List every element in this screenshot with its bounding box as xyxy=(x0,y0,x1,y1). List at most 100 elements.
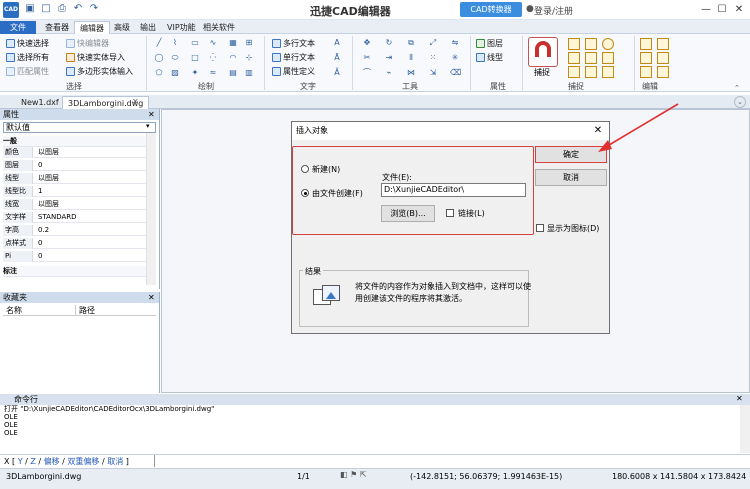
tab-list-icon[interactable]: ⌄ xyxy=(734,96,746,108)
scale-icon[interactable]: ⤢ xyxy=(428,38,438,48)
edit-match-icon[interactable] xyxy=(640,66,652,78)
linetype-button[interactable]: 线型 xyxy=(476,52,503,63)
text-edit-icon[interactable]: Ā xyxy=(332,53,342,63)
property-row[interactable]: 线宽 以图层 xyxy=(3,199,146,210)
browse-button[interactable]: 浏览(B)... xyxy=(381,205,435,222)
properties-dropdown[interactable]: 默认值 xyxy=(3,122,156,133)
login-link[interactable]: 登录/注册 xyxy=(534,4,573,17)
snap-endpoint-icon[interactable] xyxy=(568,38,580,50)
prompt-z[interactable]: Z xyxy=(30,457,35,466)
block-editor-button[interactable]: 快编辑器 xyxy=(66,38,109,49)
link-checkbox[interactable] xyxy=(446,209,454,217)
undo-icon[interactable]: ↶ xyxy=(72,3,84,15)
copy-icon[interactable]: ⧉ xyxy=(406,38,416,48)
array-icon[interactable]: ⁙ xyxy=(428,53,438,63)
property-row[interactable]: 字高 0.2 xyxy=(3,225,146,236)
snap-intersection-icon[interactable] xyxy=(602,52,614,64)
polygon-entity-input-button[interactable]: 多边形实体输入 xyxy=(66,66,133,77)
user-icon[interactable]: ● xyxy=(526,4,534,14)
measure-icon[interactable]: ⊞ xyxy=(244,38,254,48)
join-icon[interactable]: ⋈ xyxy=(406,68,416,78)
star-icon[interactable]: ✦ xyxy=(190,68,200,78)
mtext-button[interactable]: 多行文本 xyxy=(272,38,315,49)
file-path-input[interactable]: D:\XunjieCADEditor\ xyxy=(381,183,526,197)
prompt-y[interactable]: Y xyxy=(18,457,23,466)
polygon-icon[interactable]: ⬠ xyxy=(154,68,164,78)
display-as-icon-checkbox[interactable] xyxy=(536,224,544,232)
text-style-icon[interactable]: A xyxy=(332,38,342,48)
ribbon-collapse-icon[interactable]: ⌃ xyxy=(734,84,740,92)
maximize-icon[interactable]: ☐ xyxy=(714,2,730,17)
erase-icon[interactable]: ⌫ xyxy=(450,68,461,78)
text-find-icon[interactable]: Ă xyxy=(332,68,342,78)
status-icons[interactable]: ◧ ⚑ ⇱ xyxy=(340,470,367,479)
tab-output[interactable]: 输出 xyxy=(135,21,161,34)
extend-icon[interactable]: ⇥ xyxy=(384,53,394,63)
edit-copy-icon[interactable] xyxy=(657,38,669,50)
minimize-icon[interactable]: — xyxy=(698,2,714,17)
snap-insert-icon[interactable] xyxy=(585,66,597,78)
rect-icon[interactable]: ▭ xyxy=(190,38,200,48)
fillet-icon[interactable]: ⌒ xyxy=(362,68,372,78)
polyline-icon[interactable]: ⌇ xyxy=(170,38,180,48)
command-scrollbar[interactable] xyxy=(740,405,750,453)
tab-editor[interactable]: 编辑器 xyxy=(74,21,110,34)
command-input[interactable]: X [ Y / Z / 偏移 / 双重偏移 / 取消 ] xyxy=(0,454,750,467)
property-row[interactable]: 图层 0 xyxy=(3,160,146,171)
property-row[interactable]: Pi 0 xyxy=(3,251,146,262)
favorites-close-icon[interactable]: ✕ xyxy=(148,293,155,302)
snap-perpendicular-icon[interactable] xyxy=(602,66,614,78)
rotate-icon[interactable]: ↻ xyxy=(384,38,394,48)
move-icon[interactable]: ✥ xyxy=(362,38,372,48)
region-icon[interactable]: ▦ xyxy=(228,38,238,48)
prompt-offset[interactable]: 偏移 xyxy=(44,457,60,466)
edit-paste-icon[interactable] xyxy=(640,52,652,64)
snap-midpoint-icon[interactable] xyxy=(585,38,597,50)
edit-cut-icon[interactable] xyxy=(657,52,669,64)
square-icon[interactable]: □ xyxy=(190,53,200,63)
match-props-button[interactable]: 匹配属性 xyxy=(6,66,49,77)
spline-icon[interactable]: ∿ xyxy=(208,38,218,48)
radio-new[interactable] xyxy=(301,165,309,173)
tab-vip[interactable]: VIP功能 xyxy=(162,21,201,34)
property-row[interactable]: 文字样式 STANDARD xyxy=(3,212,146,223)
snap-quadrant-icon[interactable] xyxy=(585,52,597,64)
line-icon[interactable]: ╱ xyxy=(154,38,164,48)
tab-file[interactable]: 文件 xyxy=(0,21,36,34)
property-row[interactable]: 线型 以图层 xyxy=(3,173,146,184)
select-all-button[interactable]: 选择所有 xyxy=(6,52,49,63)
dialog-close-icon[interactable]: ✕ xyxy=(590,123,606,139)
single-text-button[interactable]: 单行文本 xyxy=(272,52,315,63)
property-row[interactable]: 线型比例 1 xyxy=(3,186,146,197)
offset-icon[interactable]: ⫴ xyxy=(406,53,416,63)
cancel-button[interactable]: 取消 xyxy=(535,169,607,186)
dim-icon[interactable]: ⊹ xyxy=(244,53,254,63)
edit-grip-icon[interactable] xyxy=(640,38,652,50)
explode-icon[interactable]: ✳ xyxy=(450,53,460,63)
close-icon[interactable]: ✕ xyxy=(731,2,747,17)
section-general[interactable]: 一般 xyxy=(3,136,146,147)
trim-icon[interactable]: ✂ xyxy=(362,53,372,63)
properties-scrollbar[interactable] xyxy=(146,133,156,285)
save-icon[interactable]: ▣ xyxy=(24,3,36,15)
tab-close-icon[interactable]: ✕ xyxy=(132,97,139,106)
new-icon[interactable]: □ xyxy=(40,3,52,15)
hatch-icon[interactable]: ▨ xyxy=(170,68,180,78)
radio-from-file[interactable] xyxy=(301,189,309,197)
ok-button[interactable]: 确定 xyxy=(535,146,607,163)
section-annotation[interactable]: 标注 xyxy=(3,266,146,277)
layers-button[interactable]: 图层 xyxy=(476,38,503,49)
ellipse-icon[interactable]: ⬭ xyxy=(170,53,180,63)
print-icon[interactable]: ⎙ xyxy=(56,3,68,15)
tab-related[interactable]: 相关软件 xyxy=(198,21,240,34)
property-row[interactable]: 颜色 以图层 xyxy=(3,147,146,158)
edit-delete-icon[interactable] xyxy=(657,66,669,78)
break-icon[interactable]: ⌁ xyxy=(384,68,394,78)
snap-center-icon[interactable] xyxy=(602,38,614,50)
snap-button[interactable] xyxy=(528,37,558,67)
stretch-icon[interactable]: ⇲ xyxy=(428,68,438,78)
snap-node-icon[interactable] xyxy=(568,52,580,64)
tab-viewer[interactable]: 查看器 xyxy=(40,21,74,34)
table-icon[interactable]: ▤ xyxy=(228,68,238,78)
tab-advanced[interactable]: 高级 xyxy=(109,21,135,34)
